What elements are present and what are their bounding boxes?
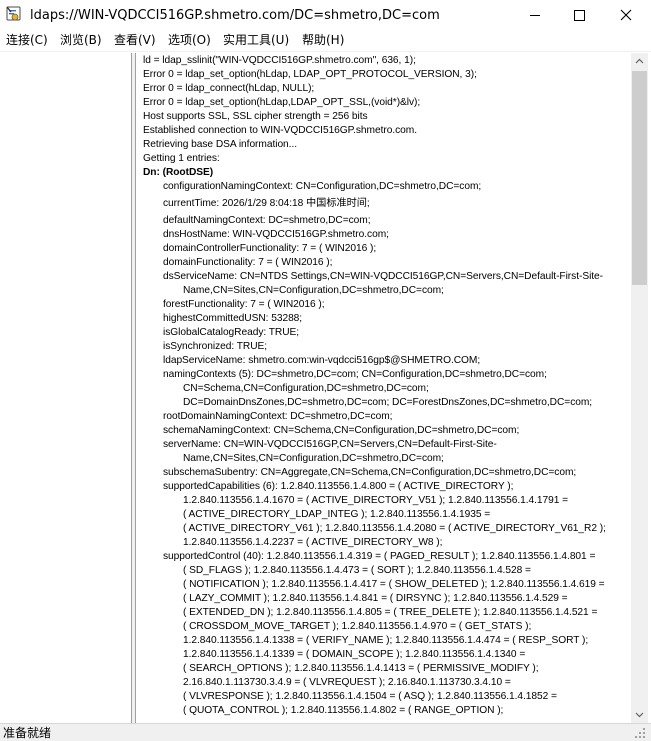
scroll-down-arrow-icon[interactable] bbox=[631, 706, 648, 723]
vertical-scrollbar[interactable] bbox=[631, 53, 648, 723]
attr-line-cont: CN=Schema,CN=Configuration,DC=shmetro,DC… bbox=[183, 383, 429, 394]
attr-line-cont: ( QUOTA_CONTROL ); 1.2.840.113556.1.4.80… bbox=[183, 705, 504, 716]
menu-connection[interactable]: 连接(C) bbox=[6, 32, 48, 49]
status-text: 准备就绪 bbox=[3, 726, 52, 740]
attr-line-cont: 1.2.840.113556.1.4.2237 = ( ACTIVE_DIREC… bbox=[183, 537, 443, 548]
maximize-icon bbox=[574, 10, 585, 21]
attr-line-cont: ( CROSSDOM_MOVE_TARGET ); 1.2.840.113556… bbox=[183, 621, 532, 632]
attr-line-cont: 1.2.840.113556.1.4.1338 = ( VERIFY_NAME … bbox=[183, 635, 589, 646]
attr-line: supportedCapabilities (6): 1.2.840.11355… bbox=[163, 481, 514, 492]
attr-line: isGlobalCatalogReady: TRUE; bbox=[163, 327, 300, 338]
status-bar: 准备就绪 bbox=[0, 723, 651, 741]
window-title: ldaps://WIN-VQDCCI516GP.shmetro.com/DC=s… bbox=[30, 8, 440, 23]
close-icon bbox=[620, 9, 632, 21]
tree-pane[interactable] bbox=[0, 53, 132, 723]
log-line: Error 0 = ldap_set_option(hLdap, LDAP_OP… bbox=[143, 69, 477, 80]
attr-line: domainControllerFunctionality: 7 = ( WIN… bbox=[163, 243, 377, 254]
menu-utilities[interactable]: 实用工具(U) bbox=[223, 32, 289, 49]
log-line: Established connection to WIN-VQDCCI516G… bbox=[143, 125, 417, 136]
attr-line-cont: 2.16.840.1.113730.3.4.9 = ( VLVREQUEST )… bbox=[183, 677, 511, 688]
attr-line-cont: ( NOTIFICATION ); 1.2.840.113556.1.4.417… bbox=[183, 579, 605, 590]
attr-line: domainFunctionality: 7 = ( WIN2016 ); bbox=[163, 257, 333, 268]
ldp-app-icon bbox=[6, 6, 21, 21]
attr-line: highestCommittedUSN: 53288; bbox=[163, 313, 303, 324]
attr-line: isSynchronized: TRUE; bbox=[163, 341, 268, 352]
log-line: Host supports SSL, SSL cipher strength =… bbox=[143, 111, 368, 122]
attr-line: subschemaSubentry: CN=Aggregate,CN=Schem… bbox=[163, 467, 577, 478]
menu-view[interactable]: 查看(V) bbox=[114, 32, 156, 49]
output-log: ld = ldap_sslinit("WIN-VQDCCI516GP.shmet… bbox=[143, 54, 629, 718]
attr-line: configurationNamingContext: CN=Configura… bbox=[163, 181, 482, 192]
attr-line: forestFunctionality: 7 = ( WIN2016 ); bbox=[163, 299, 325, 310]
attr-line-cont: ( VLVRESPONSE ); 1.2.840.113556.1.4.1504… bbox=[183, 691, 557, 702]
attr-line-cont: ( LAZY_COMMIT ); 1.2.840.113556.1.4.841 … bbox=[183, 593, 568, 604]
attr-line-cont: ( SEARCH_OPTIONS ); 1.2.840.113556.1.4.1… bbox=[183, 663, 539, 674]
log-line: Error 0 = ldap_connect(hLdap, NULL); bbox=[143, 83, 315, 94]
attr-line: supportedControl (40): 1.2.840.113556.1.… bbox=[163, 551, 596, 562]
attr-line: dnsHostName: WIN-VQDCCI516GP.shmetro.com… bbox=[163, 229, 389, 240]
attr-line-cont: Name,CN=Sites,CN=Configuration,DC=shmetr… bbox=[183, 285, 444, 296]
close-button[interactable] bbox=[603, 0, 649, 31]
attr-line-cont: DC=DomainDnsZones,DC=shmetro,DC=com; DC=… bbox=[183, 397, 593, 408]
attr-line: dsServiceName: CN=NTDS Settings,CN=WIN-V… bbox=[163, 271, 604, 282]
attr-line: ldapServiceName: shmetro.com:win-vqdcci5… bbox=[163, 355, 481, 366]
attr-line-cont: ( EXTENDED_DN ); 1.2.840.113556.1.4.805 … bbox=[183, 607, 598, 618]
maximize-button[interactable] bbox=[556, 0, 602, 31]
attr-line-cont: Name,CN=Sites,CN=Configuration,DC=shmetr… bbox=[183, 453, 444, 464]
attr-line-cont: ( SD_FLAGS ); 1.2.840.113556.1.4.473 = (… bbox=[183, 565, 531, 576]
attr-line-cont: ( ACTIVE_DIRECTORY_LDAP_INTEG ); 1.2.840… bbox=[183, 509, 491, 520]
log-line: Retrieving base DSA information... bbox=[143, 139, 298, 150]
attr-line-cont: 1.2.840.113556.1.4.1670 = ( ACTIVE_DIREC… bbox=[183, 495, 569, 506]
attr-line: schemaNamingContext: CN=Schema,CN=Config… bbox=[163, 425, 520, 436]
menu-options[interactable]: 选项(O) bbox=[168, 32, 211, 49]
menu-divider bbox=[0, 51, 651, 52]
resize-grip-icon[interactable] bbox=[632, 726, 647, 740]
log-line: Error 0 = ldap_set_option(hLdap,LDAP_OPT… bbox=[143, 97, 421, 108]
minimize-button[interactable] bbox=[512, 0, 558, 31]
attr-line: serverName: CN=WIN-VQDCCI516GP,CN=Server… bbox=[163, 439, 497, 450]
dn-heading: Dn: (RootDSE) bbox=[143, 167, 214, 178]
log-line: Getting 1 entries: bbox=[143, 153, 220, 164]
attr-line: defaultNamingContext: DC=shmetro,DC=com; bbox=[163, 215, 371, 226]
menu-bar: 连接(C) 浏览(B) 查看(V) 选项(O) 实用工具(U) 帮助(H) bbox=[0, 31, 651, 51]
log-line: ld = ldap_sslinit("WIN-VQDCCI516GP.shmet… bbox=[143, 55, 416, 66]
title-bar: ldaps://WIN-VQDCCI516GP.shmetro.com/DC=s… bbox=[0, 0, 651, 31]
attr-line: rootDomainNamingContext: DC=shmetro,DC=c… bbox=[163, 411, 393, 422]
scrollbar-thumb[interactable] bbox=[632, 71, 647, 285]
attr-line: currentTime: 2026/1/29 8:04:18 中国标准时间; bbox=[163, 198, 370, 209]
output-pane[interactable]: ld = ldap_sslinit("WIN-VQDCCI516GP.shmet… bbox=[135, 53, 631, 723]
attr-line: namingContexts (5): DC=shmetro,DC=com; C… bbox=[163, 369, 547, 380]
attr-line-cont: ( ACTIVE_DIRECTORY_V61 ); 1.2.840.113556… bbox=[183, 523, 606, 534]
scroll-up-arrow-icon[interactable] bbox=[631, 53, 648, 70]
menu-help[interactable]: 帮助(H) bbox=[302, 32, 344, 49]
menu-browse[interactable]: 浏览(B) bbox=[60, 32, 102, 49]
attr-line-cont: 1.2.840.113556.1.4.1339 = ( DOMAIN_SCOPE… bbox=[183, 649, 526, 660]
minimize-icon bbox=[530, 15, 540, 16]
